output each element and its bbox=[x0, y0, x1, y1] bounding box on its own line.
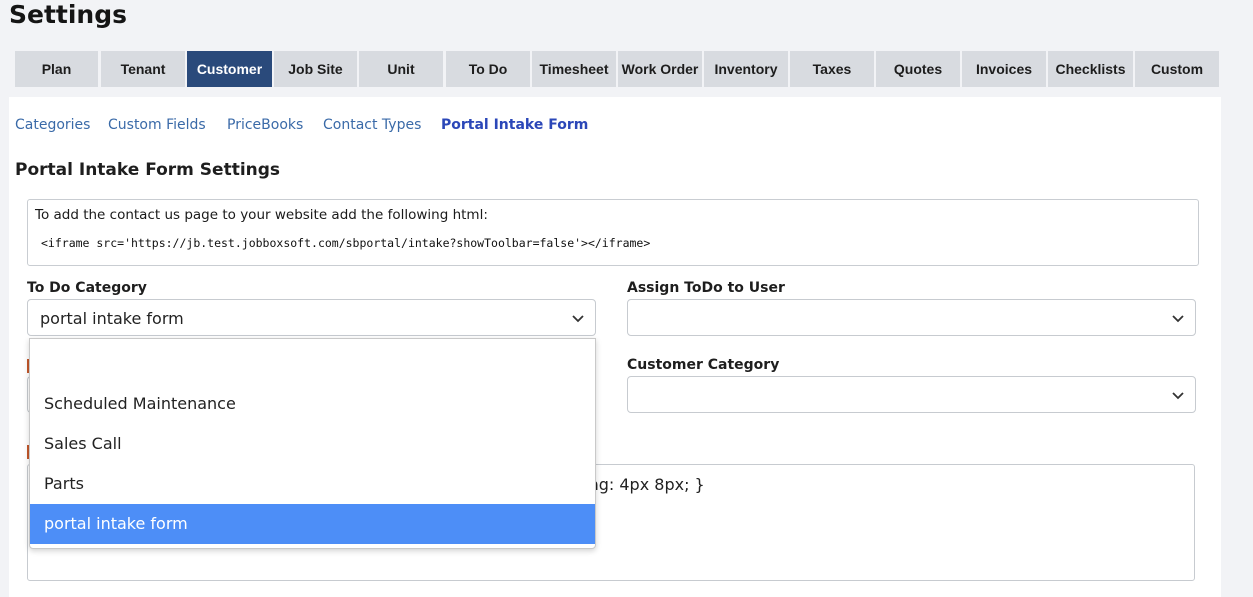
tab-customer[interactable]: Customer bbox=[187, 51, 272, 87]
todo-category-label: To Do Category bbox=[27, 280, 147, 296]
assign-todo-label: Assign ToDo to User bbox=[627, 280, 785, 296]
dropdown-option[interactable]: Sales Call bbox=[30, 424, 595, 464]
tab-work-order[interactable]: Work Order bbox=[618, 51, 702, 87]
todo-category-dropdown: Scheduled Maintenance Sales Call Parts p… bbox=[29, 338, 596, 549]
dropdown-option[interactable]: Scheduled Maintenance bbox=[30, 384, 595, 424]
embed-info-box: To add the contact us page to your websi… bbox=[27, 199, 1199, 266]
assign-todo-select[interactable] bbox=[627, 299, 1196, 336]
chevron-down-icon bbox=[1172, 315, 1184, 323]
tab-plan[interactable]: Plan bbox=[15, 51, 98, 87]
chevron-down-icon bbox=[1172, 392, 1184, 400]
tab-job-site[interactable]: Job Site bbox=[274, 51, 357, 87]
subnav-categories[interactable]: Categories bbox=[15, 117, 90, 133]
chevron-down-icon bbox=[572, 315, 584, 323]
subnav-pricebooks[interactable]: PriceBooks bbox=[227, 117, 303, 133]
tab-to-do[interactable]: To Do bbox=[446, 51, 530, 87]
tab-taxes[interactable]: Taxes bbox=[790, 51, 874, 87]
tab-checklists[interactable]: Checklists bbox=[1048, 51, 1133, 87]
tab-inventory[interactable]: Inventory bbox=[704, 51, 788, 87]
tab-unit[interactable]: Unit bbox=[359, 51, 443, 87]
subnav-custom-fields[interactable]: Custom Fields bbox=[108, 117, 206, 133]
tab-tenant[interactable]: Tenant bbox=[101, 51, 185, 87]
subnav-portal-intake-form[interactable]: Portal Intake Form bbox=[441, 117, 588, 133]
subnav-contact-types[interactable]: Contact Types bbox=[323, 117, 421, 133]
todo-category-value: portal intake form bbox=[40, 309, 184, 328]
todo-category-select[interactable]: portal intake form bbox=[27, 299, 596, 336]
tab-timesheet[interactable]: Timesheet bbox=[532, 51, 616, 87]
customer-category-select[interactable] bbox=[627, 376, 1196, 413]
customer-category-label: Customer Category bbox=[627, 357, 780, 373]
embed-instructions: To add the contact us page to your websi… bbox=[35, 207, 488, 223]
dropdown-option-selected[interactable]: portal intake form bbox=[30, 504, 595, 544]
tab-quotes[interactable]: Quotes bbox=[876, 51, 960, 87]
embed-code-snippet: <iframe src='https://jb.test.jobboxsoft.… bbox=[41, 236, 651, 250]
dropdown-option[interactable]: Parts bbox=[30, 464, 595, 504]
tab-custom[interactable]: Custom bbox=[1135, 51, 1219, 87]
dropdown-option-empty[interactable] bbox=[30, 339, 595, 379]
tab-invoices[interactable]: Invoices bbox=[962, 51, 1046, 87]
section-title: Portal Intake Form Settings bbox=[15, 160, 281, 180]
page-title: Settings bbox=[9, 0, 128, 29]
